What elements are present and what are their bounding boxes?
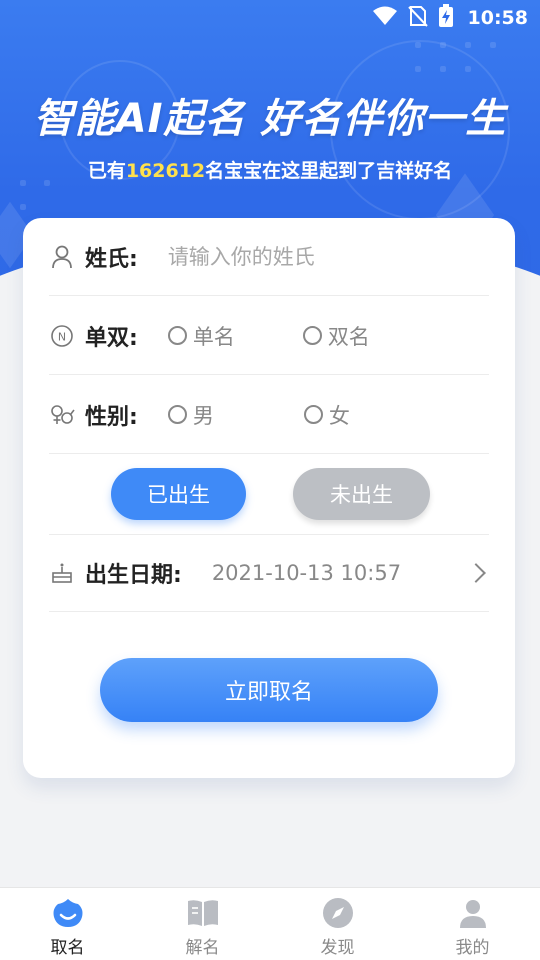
tab-mine-label: 我的 — [455, 938, 490, 958]
surname-input[interactable] — [167, 244, 428, 269]
bottom-tab-bar: 取名 解名 发现 我的 — [0, 887, 540, 960]
person-icon — [49, 244, 75, 270]
male-label: 男 — [192, 403, 214, 428]
radio-circle — [167, 405, 187, 424]
gender-label: 性别: — [85, 404, 138, 430]
status-time: 10:58 — [467, 7, 528, 29]
surname-row: 姓氏: — [49, 218, 489, 296]
svg-text:N: N — [58, 330, 66, 343]
single-name-radio[interactable]: 单名 — [167, 321, 235, 351]
tab-naming-label: 取名 — [50, 938, 85, 958]
compass-icon — [320, 896, 356, 930]
book-icon — [185, 896, 221, 930]
battery-charging-icon — [438, 4, 454, 32]
no-sim-icon — [407, 5, 428, 31]
unborn-button[interactable]: 未出生 — [293, 468, 430, 520]
cake-icon — [49, 560, 75, 586]
subtitle-suffix: 名宝宝在这里起到了吉祥好名 — [205, 160, 453, 182]
gender-icon — [49, 402, 75, 428]
single-name-label: 单名 — [192, 324, 235, 349]
tab-name-analysis-label: 解名 — [185, 938, 220, 958]
name-length-label: 单双: — [85, 325, 138, 351]
chevron-right-icon — [466, 563, 486, 583]
female-radio[interactable]: 女 — [303, 400, 350, 430]
born-button[interactable]: 已出生 — [111, 468, 246, 520]
male-radio[interactable]: 男 — [167, 400, 214, 430]
wifi-icon — [372, 5, 398, 31]
user-icon — [455, 896, 491, 930]
birth-date-label: 出生日期: — [85, 563, 182, 588]
name-n-icon: N — [49, 323, 75, 349]
surname-label: 姓氏: — [85, 246, 138, 272]
gender-row: 性别: 男 女 — [49, 376, 489, 454]
birth-date-value: 2021-10-13 10:57 — [211, 561, 402, 585]
radio-circle — [302, 326, 322, 345]
birth-date-row[interactable]: 出生日期: 2021-10-13 10:57 — [49, 534, 489, 612]
subtitle-prefix: 已有 — [87, 160, 126, 182]
double-name-label: 双名 — [327, 324, 370, 349]
name-length-row: N 单双: 单名 双名 — [49, 297, 489, 375]
hero-title: 智能AI起名 好名伴你一生 — [33, 96, 507, 142]
tab-name-analysis[interactable]: 解名 — [135, 888, 270, 960]
female-label: 女 — [328, 403, 350, 428]
tab-mine[interactable]: 我的 — [405, 888, 540, 960]
naming-form-card: 姓氏: N 单双: 单名 双名 性别: 男 女 已出生 未出生 — [23, 218, 515, 778]
tab-naming[interactable]: 取名 — [0, 888, 135, 960]
baby-count: 162612 — [125, 160, 206, 182]
naming-icon — [50, 896, 86, 930]
tab-discover-label: 发现 — [320, 938, 355, 958]
double-name-radio[interactable]: 双名 — [302, 321, 370, 351]
status-bar: 10:58 — [0, 0, 540, 36]
tab-discover[interactable]: 发现 — [270, 888, 405, 960]
radio-circle — [167, 326, 187, 345]
radio-circle — [303, 405, 323, 424]
submit-naming-button[interactable]: 立即取名 — [100, 658, 438, 722]
hero-subtitle: 已有162612名宝宝在这里起到了吉祥好名 — [0, 156, 540, 183]
